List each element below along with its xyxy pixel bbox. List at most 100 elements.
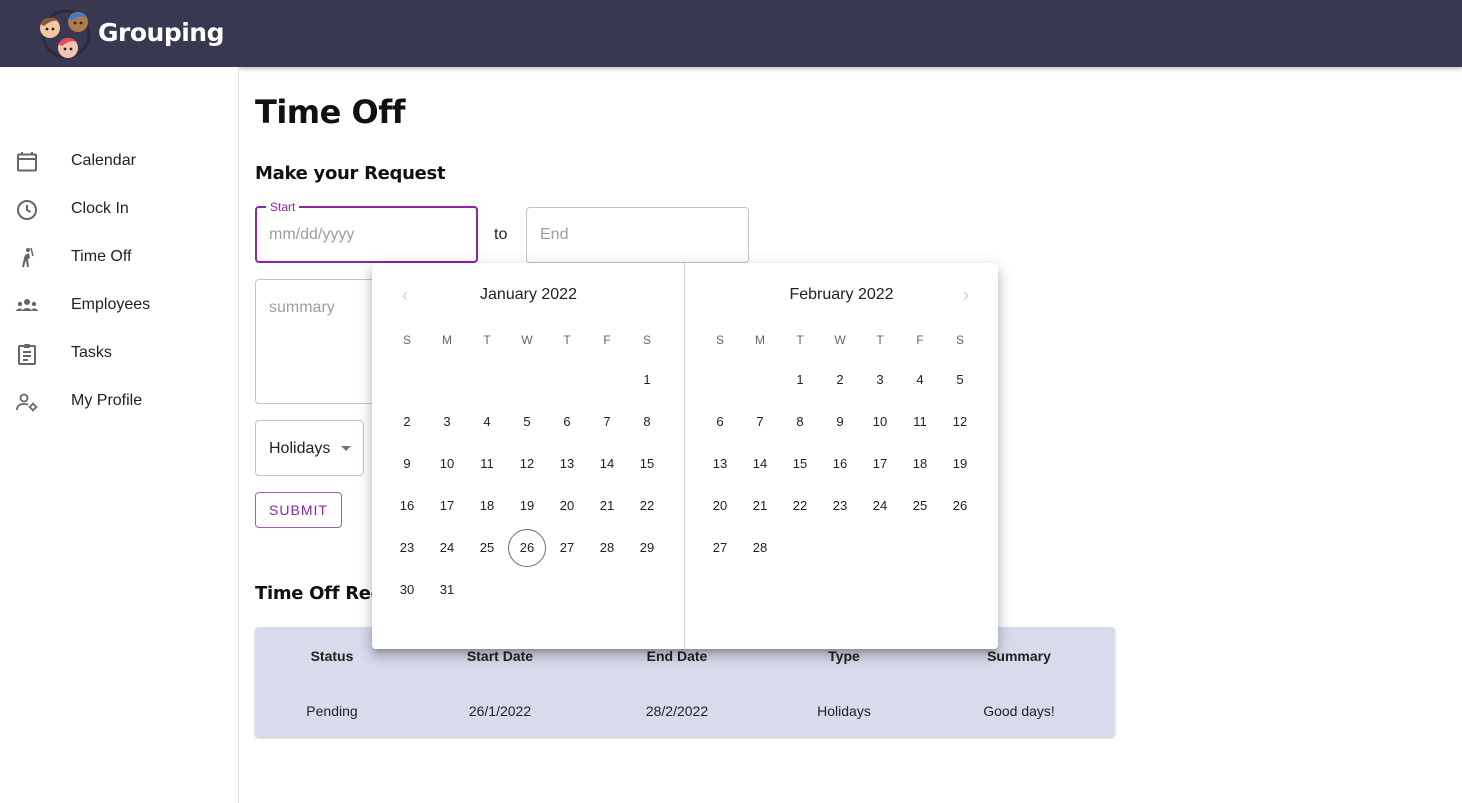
calendar-day[interactable]: 16 <box>821 445 859 483</box>
calendar-day[interactable]: 27 <box>701 529 739 567</box>
calendar-day[interactable]: 21 <box>588 487 626 525</box>
calendar-day[interactable]: 19 <box>508 487 546 525</box>
sidebar-item-my-profile[interactable]: My Profile <box>0 378 239 426</box>
calendar-day[interactable]: 30 <box>388 571 426 609</box>
calendar-day[interactable]: 16 <box>388 487 426 525</box>
calendar-day[interactable]: 12 <box>508 445 546 483</box>
start-date-field[interactable]: Start mm/dd/yyyy <box>255 200 478 263</box>
calendar-day[interactable]: 25 <box>901 487 939 525</box>
clock-icon <box>17 200 37 220</box>
calendar-day[interactable]: 2 <box>388 403 426 441</box>
calendar-day[interactable]: 8 <box>781 403 819 441</box>
calendar-day[interactable]: 14 <box>588 445 626 483</box>
records-section-title: Time Off Rec <box>255 583 382 604</box>
sidebar-item-label: Employees <box>71 296 151 313</box>
sidebar-nav: Calendar Clock In Time Off Employees Tas… <box>0 138 239 426</box>
end-date-field[interactable]: End <box>526 207 749 263</box>
calendar-day[interactable]: 31 <box>428 571 466 609</box>
calendar-day[interactable]: 1 <box>628 361 666 399</box>
weekday-label: W <box>521 333 533 347</box>
sidebar-item-label: Tasks <box>71 344 112 361</box>
submit-button[interactable]: SUBMIT <box>255 492 342 528</box>
date-range-picker: ‹ January 2022 S M T W T F S 1 2 3 4 5 6 7 8 9 10 11 12 13 1… <box>372 263 998 649</box>
calendar-day[interactable]: 20 <box>701 487 739 525</box>
calendar-day[interactable]: 3 <box>428 403 466 441</box>
calendar-day[interactable]: 4 <box>901 361 939 399</box>
calendar-day[interactable]: 7 <box>741 403 779 441</box>
calendar-day[interactable]: 19 <box>941 445 979 483</box>
table-header-start-date: Start Date <box>466 648 534 664</box>
calendar-day[interactable]: 23 <box>821 487 859 525</box>
sidebar-item-employees[interactable]: Employees <box>0 282 239 330</box>
sidebar-item-calendar[interactable]: Calendar <box>0 138 239 186</box>
calendar-day[interactable]: 9 <box>821 403 859 441</box>
calendar-day[interactable]: 17 <box>428 487 466 525</box>
calendar-day[interactable]: 18 <box>468 487 506 525</box>
calendar-day[interactable]: 10 <box>861 403 899 441</box>
calendar-day[interactable]: 2 <box>821 361 859 399</box>
calendar-day[interactable]: 7 <box>588 403 626 441</box>
calendar-day[interactable]: 8 <box>628 403 666 441</box>
calendar-day[interactable]: 15 <box>781 445 819 483</box>
month-title: February 2022 <box>789 286 894 303</box>
sidebar: Grouping Calendar Clock In Time Off Empl… <box>0 0 239 803</box>
weekday-label: T <box>563 333 571 347</box>
calendar-day[interactable]: 15 <box>628 445 666 483</box>
calendar-day[interactable]: 3 <box>861 361 899 399</box>
calendar-day[interactable]: 20 <box>548 487 586 525</box>
sidebar-item-label: Calendar <box>71 152 136 169</box>
table-cell-start-date: 26/1/2022 <box>468 703 532 719</box>
calendar-day[interactable]: 17 <box>861 445 899 483</box>
end-date-placeholder: End <box>540 226 569 243</box>
calendar-day[interactable]: 22 <box>781 487 819 525</box>
calendar-day[interactable]: 23 <box>388 529 426 567</box>
table-header-end-date: End Date <box>646 648 708 664</box>
table-cell-end-date: 28/2/2022 <box>645 703 709 719</box>
calendar-day-today[interactable]: 26 <box>508 529 546 567</box>
clipboard-icon <box>18 344 36 365</box>
chevron-down-icon <box>341 446 351 451</box>
calendar-day[interactable]: 11 <box>901 403 939 441</box>
calendar-day[interactable]: 12 <box>941 403 979 441</box>
calendar-day[interactable]: 6 <box>548 403 586 441</box>
next-month-arrow-icon[interactable]: › <box>956 285 976 305</box>
calendar-day[interactable]: 26 <box>941 487 979 525</box>
calendar-day[interactable]: 27 <box>548 529 586 567</box>
calendar-day[interactable]: 11 <box>468 445 506 483</box>
calendar-day[interactable]: 24 <box>861 487 899 525</box>
logo-icon[interactable] <box>36 8 92 60</box>
sidebar-item-time-off[interactable]: Time Off <box>0 234 239 282</box>
calendar-day[interactable]: 24 <box>428 529 466 567</box>
calendar-day[interactable]: 22 <box>628 487 666 525</box>
sidebar-item-tasks[interactable]: Tasks <box>0 330 239 378</box>
calendar-day[interactable]: 1 <box>781 361 819 399</box>
weekday-label: S <box>402 333 411 347</box>
calendar-day[interactable]: 21 <box>741 487 779 525</box>
calendar-day[interactable]: 28 <box>741 529 779 567</box>
calendar-day[interactable]: 9 <box>388 445 426 483</box>
sidebar-item-clock-in[interactable]: Clock In <box>0 186 239 234</box>
weekday-label: M <box>755 333 765 347</box>
table-header-type: Type <box>828 648 860 664</box>
calendar-day[interactable]: 25 <box>468 529 506 567</box>
calendar-day[interactable]: 6 <box>701 403 739 441</box>
calendar-day[interactable]: 13 <box>701 445 739 483</box>
user-settings-icon <box>16 393 38 412</box>
calendar-day[interactable]: 14 <box>741 445 779 483</box>
weekday-label: W <box>834 333 846 347</box>
calendar-day[interactable]: 5 <box>508 403 546 441</box>
weekday-label: F <box>603 333 611 347</box>
calendar-day[interactable]: 29 <box>628 529 666 567</box>
sidebar-item-label: My Profile <box>71 392 143 409</box>
weekday-label: M <box>442 333 452 347</box>
calendar-day[interactable]: 18 <box>901 445 939 483</box>
calendar-day[interactable]: 28 <box>588 529 626 567</box>
weekday-label: T <box>483 333 491 347</box>
calendar-day[interactable]: 4 <box>468 403 506 441</box>
summary-placeholder: summary <box>269 299 335 316</box>
people-icon <box>15 299 39 311</box>
calendar-day[interactable]: 5 <box>941 361 979 399</box>
calendar-day[interactable]: 13 <box>548 445 586 483</box>
calendar-day[interactable]: 10 <box>428 445 466 483</box>
type-select[interactable]: Holidays <box>255 420 364 476</box>
